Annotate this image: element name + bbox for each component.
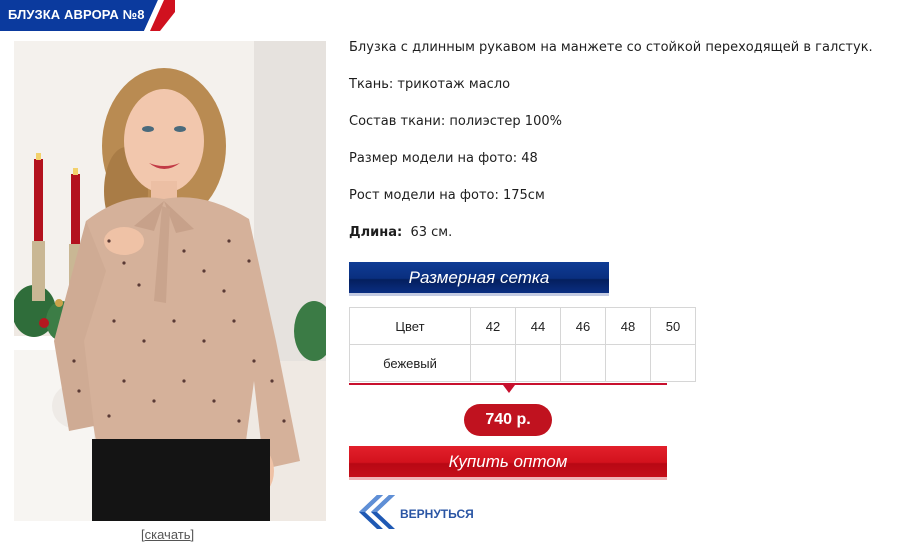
- size-header: 46: [560, 307, 606, 345]
- quantity-cell[interactable]: [515, 344, 561, 382]
- quantity-cell[interactable]: [560, 344, 606, 382]
- quantity-cell[interactable]: [650, 344, 696, 382]
- color-header: Цвет: [349, 307, 471, 345]
- size-header: 42: [470, 307, 516, 345]
- table-row: бежевый: [349, 344, 696, 382]
- buy-wholesale-button[interactable]: Купить оптом: [349, 446, 667, 480]
- download-link[interactable]: скачать: [145, 527, 191, 542]
- page-title: БЛУЗКА АВРОРА №8: [8, 7, 145, 22]
- price-pointer: [503, 385, 515, 393]
- quantity-cell[interactable]: [605, 344, 651, 382]
- model-height-line: Рост модели на фото: 175см: [349, 188, 545, 203]
- back-chevron-icon: [359, 495, 395, 529]
- back-label: ВЕРНУТЬСЯ: [400, 507, 474, 521]
- size-header: 50: [650, 307, 696, 345]
- size-header: 44: [515, 307, 561, 345]
- price-badge: 740 р.: [464, 404, 552, 436]
- back-link[interactable]: ВЕРНУТЬСЯ: [349, 489, 489, 535]
- length-label: Длина:: [349, 225, 403, 240]
- color-cell: бежевый: [349, 344, 471, 382]
- table-row: Цвет 42 44 46 48 50: [349, 307, 696, 345]
- description-line: Блузка с длинным рукавом на манжете со с…: [349, 40, 873, 55]
- size-chart-banner: Размерная сетка: [349, 262, 609, 296]
- fabric-line: Ткань: трикотаж масло: [349, 77, 511, 92]
- quantity-cell[interactable]: [470, 344, 516, 382]
- model-size-line: Размер модели на фото: 48: [349, 151, 538, 166]
- download-link-wrapper: [скачать]: [141, 527, 195, 542]
- page-title-tab: БЛУЗКА АВРОРА №8: [0, 0, 175, 31]
- composition-line: Состав ткани: полиэстер 100%: [349, 114, 562, 129]
- size-header: 48: [605, 307, 651, 345]
- product-photo: [14, 41, 326, 521]
- length-value: 63 см.: [410, 225, 453, 240]
- length-line: Длина: 63 см.: [349, 225, 452, 240]
- size-table: Цвет 42 44 46 48 50 бежевый: [349, 307, 696, 382]
